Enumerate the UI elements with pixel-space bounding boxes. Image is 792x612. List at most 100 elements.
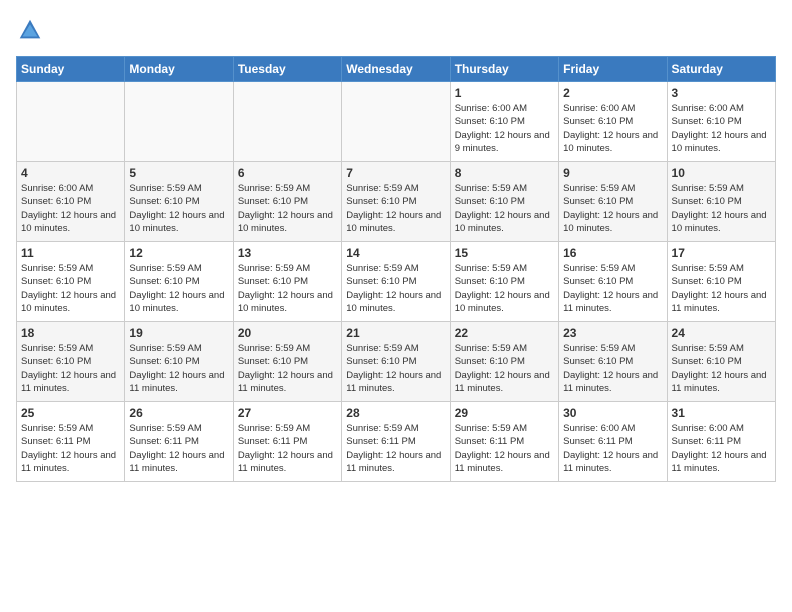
day-info: Sunrise: 5:59 AM Sunset: 6:10 PM Dayligh…	[129, 262, 228, 315]
day-number: 15	[455, 246, 554, 260]
day-number: 20	[238, 326, 337, 340]
day-info: Sunrise: 5:59 AM Sunset: 6:10 PM Dayligh…	[346, 342, 445, 395]
day-number: 21	[346, 326, 445, 340]
calendar-cell: 27 Sunrise: 5:59 AM Sunset: 6:11 PM Dayli…	[233, 402, 341, 482]
day-info: Sunrise: 6:00 AM Sunset: 6:11 PM Dayligh…	[672, 422, 771, 475]
day-info: Sunrise: 5:59 AM Sunset: 6:10 PM Dayligh…	[238, 182, 337, 235]
day-info: Sunrise: 5:59 AM Sunset: 6:10 PM Dayligh…	[129, 182, 228, 235]
day-info: Sunrise: 5:59 AM Sunset: 6:10 PM Dayligh…	[563, 342, 662, 395]
day-info: Sunrise: 6:00 AM Sunset: 6:10 PM Dayligh…	[672, 102, 771, 155]
calendar-cell: 20 Sunrise: 5:59 AM Sunset: 6:10 PM Dayli…	[233, 322, 341, 402]
day-info: Sunrise: 5:59 AM Sunset: 6:10 PM Dayligh…	[238, 262, 337, 315]
day-number: 30	[563, 406, 662, 420]
day-number: 17	[672, 246, 771, 260]
day-number: 12	[129, 246, 228, 260]
calendar-cell: 23 Sunrise: 5:59 AM Sunset: 6:10 PM Dayli…	[559, 322, 667, 402]
day-number: 29	[455, 406, 554, 420]
day-number: 13	[238, 246, 337, 260]
calendar-cell: 25 Sunrise: 5:59 AM Sunset: 6:11 PM Dayli…	[17, 402, 125, 482]
calendar-cell: 12 Sunrise: 5:59 AM Sunset: 6:10 PM Dayli…	[125, 242, 233, 322]
day-info: Sunrise: 5:59 AM Sunset: 6:10 PM Dayligh…	[455, 182, 554, 235]
day-info: Sunrise: 6:00 AM Sunset: 6:11 PM Dayligh…	[563, 422, 662, 475]
calendar-cell: 21 Sunrise: 5:59 AM Sunset: 6:10 PM Dayli…	[342, 322, 450, 402]
column-header-sunday: Sunday	[17, 57, 125, 82]
calendar-cell	[233, 82, 341, 162]
calendar-cell: 15 Sunrise: 5:59 AM Sunset: 6:10 PM Dayli…	[450, 242, 558, 322]
day-info: Sunrise: 5:59 AM Sunset: 6:10 PM Dayligh…	[455, 262, 554, 315]
day-info: Sunrise: 5:59 AM Sunset: 6:10 PM Dayligh…	[238, 342, 337, 395]
calendar-cell: 26 Sunrise: 5:59 AM Sunset: 6:11 PM Dayli…	[125, 402, 233, 482]
day-number: 11	[21, 246, 120, 260]
calendar-week-row: 11 Sunrise: 5:59 AM Sunset: 6:10 PM Dayli…	[17, 242, 776, 322]
day-number: 2	[563, 86, 662, 100]
calendar-table: SundayMondayTuesdayWednesdayThursdayFrid…	[16, 56, 776, 482]
calendar-cell: 17 Sunrise: 5:59 AM Sunset: 6:10 PM Dayli…	[667, 242, 775, 322]
column-header-thursday: Thursday	[450, 57, 558, 82]
calendar-cell: 8 Sunrise: 5:59 AM Sunset: 6:10 PM Daylig…	[450, 162, 558, 242]
day-number: 4	[21, 166, 120, 180]
day-info: Sunrise: 5:59 AM Sunset: 6:11 PM Dayligh…	[129, 422, 228, 475]
day-info: Sunrise: 5:59 AM Sunset: 6:10 PM Dayligh…	[455, 342, 554, 395]
day-info: Sunrise: 6:00 AM Sunset: 6:10 PM Dayligh…	[455, 102, 554, 155]
page-header	[16, 16, 776, 44]
day-number: 28	[346, 406, 445, 420]
day-info: Sunrise: 5:59 AM Sunset: 6:10 PM Dayligh…	[672, 262, 771, 315]
day-info: Sunrise: 5:59 AM Sunset: 6:10 PM Dayligh…	[672, 182, 771, 235]
calendar-cell: 24 Sunrise: 5:59 AM Sunset: 6:10 PM Dayli…	[667, 322, 775, 402]
calendar-cell: 6Sunrise: 5:59 AM Sunset: 6:10 PM Daylig…	[233, 162, 341, 242]
calendar-cell: 18 Sunrise: 5:59 AM Sunset: 6:10 PM Dayli…	[17, 322, 125, 402]
day-number: 5	[129, 166, 228, 180]
day-info: Sunrise: 5:59 AM Sunset: 6:10 PM Dayligh…	[672, 342, 771, 395]
day-number: 26	[129, 406, 228, 420]
calendar-cell: 28 Sunrise: 5:59 AM Sunset: 6:11 PM Dayli…	[342, 402, 450, 482]
calendar-cell: 16Sunrise: 5:59 AM Sunset: 6:10 PM Dayli…	[559, 242, 667, 322]
calendar-cell: 30 Sunrise: 6:00 AM Sunset: 6:11 PM Dayli…	[559, 402, 667, 482]
day-number: 22	[455, 326, 554, 340]
calendar-cell	[125, 82, 233, 162]
day-number: 23	[563, 326, 662, 340]
day-info: Sunrise: 5:59 AM Sunset: 6:11 PM Dayligh…	[21, 422, 120, 475]
day-number: 9	[563, 166, 662, 180]
day-info: Sunrise: 5:59 AM Sunset: 6:10 PM Dayligh…	[346, 262, 445, 315]
calendar-cell: 2 Sunrise: 6:00 AM Sunset: 6:10 PM Daylig…	[559, 82, 667, 162]
day-info: Sunrise: 5:59 AM Sunset: 6:10 PM Dayligh…	[129, 342, 228, 395]
calendar-cell: 31Sunrise: 6:00 AM Sunset: 6:11 PM Dayli…	[667, 402, 775, 482]
calendar-cell: 19Sunrise: 5:59 AM Sunset: 6:10 PM Dayli…	[125, 322, 233, 402]
logo-icon	[16, 16, 44, 44]
column-header-wednesday: Wednesday	[342, 57, 450, 82]
day-number: 8	[455, 166, 554, 180]
day-info: Sunrise: 5:59 AM Sunset: 6:11 PM Dayligh…	[238, 422, 337, 475]
day-number: 25	[21, 406, 120, 420]
calendar-week-row: 25 Sunrise: 5:59 AM Sunset: 6:11 PM Dayli…	[17, 402, 776, 482]
day-info: Sunrise: 5:59 AM Sunset: 6:10 PM Dayligh…	[563, 182, 662, 235]
day-number: 1	[455, 86, 554, 100]
day-info: Sunrise: 6:00 AM Sunset: 6:10 PM Dayligh…	[563, 102, 662, 155]
column-header-saturday: Saturday	[667, 57, 775, 82]
day-number: 14	[346, 246, 445, 260]
calendar-week-row: 1 Sunrise: 6:00 AM Sunset: 6:10 PM Daylig…	[17, 82, 776, 162]
calendar-cell: 29 Sunrise: 5:59 AM Sunset: 6:11 PM Dayli…	[450, 402, 558, 482]
day-info: Sunrise: 5:59 AM Sunset: 6:10 PM Dayligh…	[21, 262, 120, 315]
logo	[16, 16, 48, 44]
calendar-week-row: 18 Sunrise: 5:59 AM Sunset: 6:10 PM Dayli…	[17, 322, 776, 402]
day-info: Sunrise: 5:59 AM Sunset: 6:10 PM Dayligh…	[21, 342, 120, 395]
day-info: Sunrise: 5:59 AM Sunset: 6:10 PM Dayligh…	[563, 262, 662, 315]
calendar-cell: 3 Sunrise: 6:00 AM Sunset: 6:10 PM Daylig…	[667, 82, 775, 162]
calendar-cell: 9 Sunrise: 5:59 AM Sunset: 6:10 PM Daylig…	[559, 162, 667, 242]
calendar-cell	[342, 82, 450, 162]
calendar-header-row: SundayMondayTuesdayWednesdayThursdayFrid…	[17, 57, 776, 82]
day-info: Sunrise: 5:59 AM Sunset: 6:10 PM Dayligh…	[346, 182, 445, 235]
calendar-cell: 22 Sunrise: 5:59 AM Sunset: 6:10 PM Dayli…	[450, 322, 558, 402]
day-number: 18	[21, 326, 120, 340]
column-header-friday: Friday	[559, 57, 667, 82]
column-header-monday: Monday	[125, 57, 233, 82]
calendar-cell: 14 Sunrise: 5:59 AM Sunset: 6:10 PM Dayli…	[342, 242, 450, 322]
day-number: 24	[672, 326, 771, 340]
day-info: Sunrise: 5:59 AM Sunset: 6:11 PM Dayligh…	[455, 422, 554, 475]
calendar-week-row: 4Sunrise: 6:00 AM Sunset: 6:10 PM Daylig…	[17, 162, 776, 242]
calendar-cell: 13 Sunrise: 5:59 AM Sunset: 6:10 PM Dayli…	[233, 242, 341, 322]
calendar-cell: 5 Sunrise: 5:59 AM Sunset: 6:10 PM Daylig…	[125, 162, 233, 242]
day-number: 27	[238, 406, 337, 420]
day-info: Sunrise: 5:59 AM Sunset: 6:11 PM Dayligh…	[346, 422, 445, 475]
day-number: 3	[672, 86, 771, 100]
